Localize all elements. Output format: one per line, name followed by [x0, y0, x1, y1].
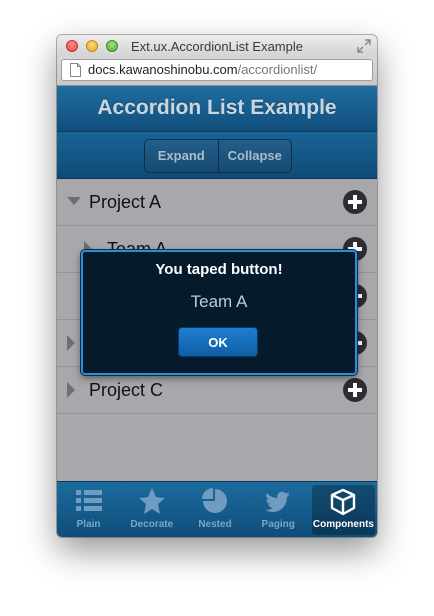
- browser-window: Ext.ux.AccordionList Example docs.kawano…: [57, 35, 377, 537]
- alert-dialog: You taped button! Team A OK: [81, 250, 357, 375]
- tab-label: Components: [312, 519, 374, 530]
- list-item[interactable]: Project A: [57, 179, 377, 226]
- bird-icon: [265, 491, 291, 513]
- tab-nested[interactable]: Nested: [183, 482, 246, 537]
- toolbar: Expand Collapse: [57, 132, 377, 179]
- page-icon: [70, 63, 81, 77]
- add-button[interactable]: [343, 190, 367, 214]
- expand-button[interactable]: Expand: [145, 140, 218, 172]
- tab-label: Plain: [76, 519, 101, 530]
- collapsed-arrow-icon: [67, 335, 75, 351]
- address-bar[interactable]: docs.kawanoshinobu.com/accordionlist/: [61, 59, 373, 81]
- dialog-message: Team A: [190, 292, 248, 311]
- collapsed-arrow-icon: [67, 382, 75, 398]
- cube-icon: [331, 488, 356, 516]
- url-domain: docs.kawanoshinobu.com: [88, 62, 238, 77]
- app-viewport: Accordion List Example Expand Collapse P…: [57, 86, 377, 537]
- collapse-button[interactable]: Collapse: [217, 140, 292, 172]
- list-item-label: Project C: [89, 380, 164, 400]
- dialog-title: You taped button!: [155, 261, 283, 278]
- address-bar-area: docs.kawanoshinobu.com/accordionlist/: [57, 57, 377, 86]
- expanded-arrow-icon: [67, 197, 81, 205]
- tab-decorate[interactable]: Decorate: [120, 482, 183, 537]
- add-button[interactable]: [343, 378, 367, 402]
- title-bar: Ext.ux.AccordionList Example: [57, 35, 377, 57]
- list-icon: [75, 490, 102, 511]
- url-path: /accordionlist/: [237, 62, 318, 77]
- star-icon: [138, 488, 165, 514]
- ok-button[interactable]: OK: [178, 327, 258, 357]
- tab-bar: Plain Decorate Nested Paging Components: [57, 481, 377, 537]
- app-header: Accordion List Example: [57, 86, 377, 132]
- tab-paging[interactable]: Paging: [247, 482, 310, 537]
- tab-plain[interactable]: Plain: [57, 482, 120, 537]
- tab-components[interactable]: Components: [311, 485, 376, 535]
- tab-label: Decorate: [130, 519, 174, 530]
- window-title: Ext.ux.AccordionList Example: [131, 39, 303, 54]
- pie-chart-icon: [202, 488, 227, 513]
- page-title: Accordion List Example: [97, 96, 337, 119]
- expand-collapse-segmented-control: Expand Collapse: [144, 139, 292, 173]
- tab-label: Nested: [198, 519, 232, 530]
- fullscreen-icon[interactable]: [357, 39, 371, 53]
- list-item-label: Project A: [89, 192, 162, 212]
- tab-label: Paging: [261, 519, 295, 530]
